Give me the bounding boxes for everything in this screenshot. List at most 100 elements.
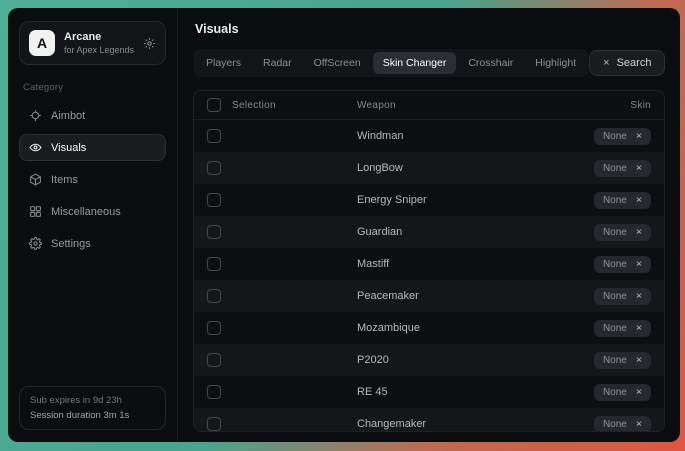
tab-crosshair[interactable]: Crosshair — [458, 52, 523, 74]
weapon-name: Windman — [357, 130, 594, 142]
search-button[interactable]: × Search — [589, 50, 665, 76]
skin-badge[interactable]: None × — [594, 224, 651, 241]
row-checkbox[interactable] — [207, 385, 221, 399]
weapon-name: Energy Sniper — [357, 194, 594, 206]
skin-badge[interactable]: None × — [594, 160, 651, 177]
row-skin-cell: None × — [594, 224, 651, 241]
row-select-cell — [207, 289, 357, 303]
weapon-name: Mozambique — [357, 322, 594, 334]
tab-skin-changer[interactable]: Skin Changer — [373, 52, 457, 74]
clear-skin-icon[interactable]: × — [636, 131, 642, 141]
sidebar-item-label: Aimbot — [51, 110, 85, 122]
table-row: Peacemaker None × — [194, 280, 664, 312]
table-header-row: Selection Weapon Skin — [194, 91, 664, 120]
gear-icon[interactable] — [143, 37, 156, 50]
row-checkbox[interactable] — [207, 257, 221, 271]
skin-value: None — [603, 131, 627, 142]
tab-radar[interactable]: Radar — [253, 52, 302, 74]
row-checkbox[interactable] — [207, 193, 221, 207]
cube-icon — [29, 173, 42, 186]
row-checkbox[interactable] — [207, 289, 221, 303]
table-row: Guardian None × — [194, 216, 664, 248]
tab-highlight[interactable]: Highlight — [525, 52, 586, 74]
sidebar-nav: Aimbot Visuals Items — [19, 102, 166, 257]
crosshair-icon — [29, 109, 42, 122]
grid-icon — [29, 205, 42, 218]
clear-skin-icon[interactable]: × — [636, 419, 642, 429]
skin-badge[interactable]: None × — [594, 128, 651, 145]
category-label: Category — [23, 82, 162, 93]
search-button-label: Search — [617, 57, 652, 69]
clear-skin-icon[interactable]: × — [636, 323, 642, 333]
row-select-cell — [207, 257, 357, 271]
row-select-cell — [207, 321, 357, 335]
skin-badge[interactable]: None × — [594, 288, 651, 305]
row-skin-cell: None × — [594, 160, 651, 177]
row-checkbox[interactable] — [207, 353, 221, 367]
row-select-cell — [207, 193, 357, 207]
table-row: LongBow None × — [194, 152, 664, 184]
clear-skin-icon[interactable]: × — [636, 227, 642, 237]
sidebar-spacer — [19, 257, 166, 386]
session-duration-text: Session duration 3m 1s — [30, 410, 155, 421]
row-select-cell — [207, 161, 357, 175]
sidebar-item-miscellaneous[interactable]: Miscellaneous — [19, 198, 166, 225]
sub-expires-text: Sub expires in 9d 23h — [30, 395, 155, 406]
skin-badge[interactable]: None × — [594, 320, 651, 337]
weapon-name: Guardian — [357, 226, 594, 238]
row-skin-cell: None × — [594, 416, 651, 433]
search-icon: × — [603, 58, 609, 68]
row-checkbox[interactable] — [207, 321, 221, 335]
sidebar-item-visuals[interactable]: Visuals — [19, 134, 166, 161]
table-row: Energy Sniper None × — [194, 184, 664, 216]
skin-badge[interactable]: None × — [594, 416, 651, 433]
session-info-card: Sub expires in 9d 23h Session duration 3… — [19, 386, 166, 430]
table-row: Mozambique None × — [194, 312, 664, 344]
skin-value: None — [603, 195, 627, 206]
gear-icon — [29, 237, 42, 250]
table-row: Changemaker None × — [194, 408, 664, 432]
tab-offscreen[interactable]: OffScreen — [304, 52, 371, 74]
clear-skin-icon[interactable]: × — [636, 291, 642, 301]
table-row: Windman None × — [194, 120, 664, 152]
brand-card: A Arcane for Apex Legends — [19, 21, 166, 65]
weapon-name: Mastiff — [357, 258, 594, 270]
row-skin-cell: None × — [594, 352, 651, 369]
sidebar-item-label: Visuals — [51, 142, 86, 154]
skin-value: None — [603, 323, 627, 334]
row-checkbox[interactable] — [207, 129, 221, 143]
clear-skin-icon[interactable]: × — [636, 355, 642, 365]
skin-value: None — [603, 227, 627, 238]
row-select-cell — [207, 129, 357, 143]
clear-skin-icon[interactable]: × — [636, 387, 642, 397]
skin-badge[interactable]: None × — [594, 384, 651, 401]
weapon-name: LongBow — [357, 162, 594, 174]
sidebar-item-aimbot[interactable]: Aimbot — [19, 102, 166, 129]
skin-badge[interactable]: None × — [594, 256, 651, 273]
tab-players[interactable]: Players — [196, 52, 251, 74]
skin-badge[interactable]: None × — [594, 352, 651, 369]
skin-value: None — [603, 355, 627, 366]
table-row: Mastiff None × — [194, 248, 664, 280]
column-header-weapon: Weapon — [357, 100, 630, 111]
row-skin-cell: None × — [594, 288, 651, 305]
clear-skin-icon[interactable]: × — [636, 259, 642, 269]
sidebar-item-items[interactable]: Items — [19, 166, 166, 193]
weapon-name: RE 45 — [357, 386, 594, 398]
row-skin-cell: None × — [594, 256, 651, 273]
skin-value: None — [603, 387, 627, 398]
row-checkbox[interactable] — [207, 417, 221, 431]
clear-skin-icon[interactable]: × — [636, 195, 642, 205]
row-skin-cell: None × — [594, 384, 651, 401]
skin-badge[interactable]: None × — [594, 192, 651, 209]
page-title: Visuals — [195, 22, 665, 36]
sidebar-item-settings[interactable]: Settings — [19, 230, 166, 257]
select-all-checkbox[interactable] — [207, 98, 221, 112]
sidebar-item-label: Settings — [51, 238, 91, 250]
weapon-name: Changemaker — [357, 418, 594, 430]
row-checkbox[interactable] — [207, 225, 221, 239]
app-name: Arcane — [64, 31, 134, 44]
clear-skin-icon[interactable]: × — [636, 163, 642, 173]
weapon-name: Peacemaker — [357, 290, 594, 302]
row-checkbox[interactable] — [207, 161, 221, 175]
